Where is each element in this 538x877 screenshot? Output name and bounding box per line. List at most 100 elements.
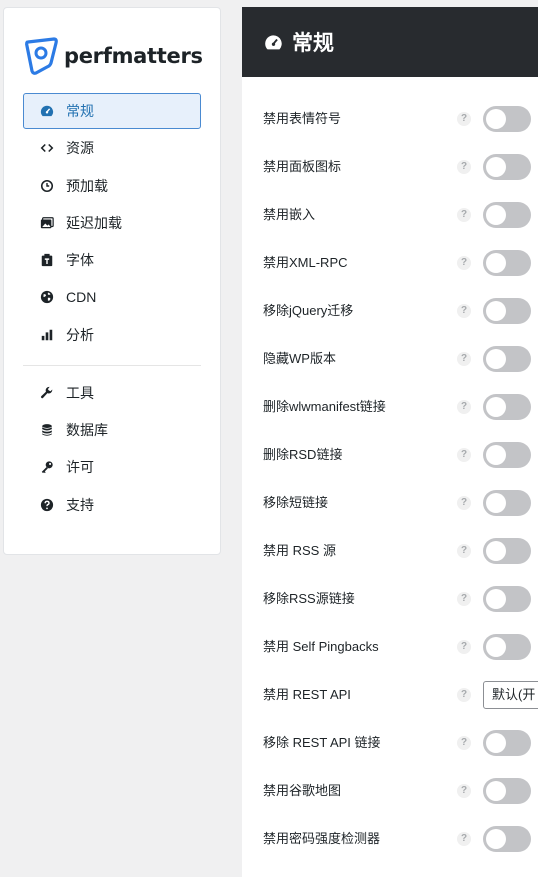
setting-row-disable-self-pingbacks: 禁用 Self Pingbacks ? — [242, 623, 538, 671]
help-icon[interactable]: ? — [457, 736, 471, 750]
setting-row-disable-google-maps: 禁用谷歌地图 ? — [242, 767, 538, 815]
sidebar-item-analytics[interactable]: 分析 — [23, 317, 201, 353]
help-icon — [40, 498, 54, 512]
setting-label: 删除wlwmanifest链接 — [263, 399, 386, 414]
setting-row-disable-emojis: 禁用表情符号 ? — [242, 95, 538, 143]
sidebar-item-label: CDN — [66, 289, 97, 306]
setting-label: 禁用 Self Pingbacks — [263, 639, 379, 654]
help-icon[interactable]: ? — [457, 832, 471, 846]
settings-list: 禁用表情符号 ? 禁用面板图标 ? 禁用嵌入 ? 禁用XML-RPC ? 移除j… — [242, 95, 538, 863]
help-icon[interactable]: ? — [457, 304, 471, 318]
rest-api-select[interactable]: 默认(开 — [483, 681, 538, 709]
main-panel: 常规 禁用表情符号 ? 禁用面板图标 ? 禁用嵌入 ? 禁用XML-RPC ? … — [242, 7, 538, 877]
setting-label: 禁用 RSS 源 — [263, 543, 336, 558]
sidebar-item-label: 分析 — [66, 326, 94, 343]
sidebar-item-general[interactable]: 常规 — [23, 93, 201, 129]
sidebar-item-label: 支持 — [66, 496, 94, 513]
sidebar-item-label: 延迟加载 — [66, 214, 122, 231]
setting-row-remove-shortlink: 移除短链接 ? — [242, 479, 538, 527]
help-icon[interactable]: ? — [457, 544, 471, 558]
help-icon[interactable]: ? — [457, 496, 471, 510]
setting-label: 移除jQuery迁移 — [263, 303, 354, 318]
help-icon[interactable]: ? — [457, 112, 471, 126]
setting-label: 隐藏WP版本 — [263, 351, 336, 366]
images-icon — [40, 216, 54, 230]
sidebar-item-tools[interactable]: 工具 — [23, 375, 201, 411]
toggle-switch[interactable] — [483, 586, 531, 612]
sidebar-item-cdn[interactable]: CDN — [23, 279, 201, 315]
toggle-switch[interactable] — [483, 730, 531, 756]
sidebar-nav: 常规 资源 预加载 延迟加载 字体 CDN 分析 工具 数据库 许可 支持 — [23, 93, 201, 524]
help-icon[interactable]: ? — [457, 256, 471, 270]
setting-label: 禁用表情符号 — [263, 111, 342, 126]
setting-label: 禁用 REST API — [263, 687, 351, 702]
sidebar-divider — [23, 364, 201, 366]
toggle-switch[interactable] — [483, 442, 531, 468]
toggle-switch[interactable] — [483, 778, 531, 804]
sidebar: perfmatters 常规 资源 预加载 延迟加载 字体 CDN 分析 工具 … — [3, 7, 221, 555]
logo-text: perfmatters — [64, 44, 203, 68]
setting-row-disable-rss: 禁用 RSS 源 ? — [242, 527, 538, 575]
setting-label: 禁用面板图标 — [263, 159, 342, 174]
toggle-switch[interactable] — [483, 202, 531, 228]
setting-row-remove-rsd: 删除RSD链接 ? — [242, 431, 538, 479]
sidebar-item-label: 资源 — [66, 140, 94, 157]
toggle-switch[interactable] — [483, 634, 531, 660]
sidebar-item-assets[interactable]: 资源 — [23, 130, 201, 166]
help-icon[interactable]: ? — [457, 352, 471, 366]
sidebar-item-preload[interactable]: 预加载 — [23, 168, 201, 204]
setting-row-hide-wp-version: 隐藏WP版本 ? — [242, 335, 538, 383]
setting-label: 移除RSS源链接 — [263, 591, 355, 606]
sidebar-item-label: 预加载 — [66, 177, 108, 194]
sidebar-item-label: 许可 — [66, 459, 94, 476]
sidebar-item-lazyload[interactable]: 延迟加载 — [23, 205, 201, 241]
logo-icon — [25, 37, 58, 75]
sidebar-item-label: 常规 — [66, 103, 94, 119]
setting-row-remove-wlwmanifest: 删除wlwmanifest链接 ? — [242, 383, 538, 431]
toggle-switch[interactable] — [483, 490, 531, 516]
sidebar-item-database[interactable]: 数据库 — [23, 412, 201, 448]
setting-row-disable-rest-api: 禁用 REST API ? 默认(开 — [242, 671, 538, 719]
toggle-switch[interactable] — [483, 826, 531, 852]
font-icon — [40, 253, 54, 267]
sidebar-item-fonts[interactable]: 字体 — [23, 242, 201, 278]
sidebar-item-license[interactable]: 许可 — [23, 449, 201, 485]
sidebar-item-label: 数据库 — [66, 422, 108, 439]
help-icon[interactable]: ? — [457, 448, 471, 462]
setting-label: 禁用谷歌地图 — [263, 783, 342, 798]
page-header: 常规 — [242, 7, 538, 77]
help-icon[interactable]: ? — [457, 640, 471, 654]
page-title: 常规 — [292, 32, 334, 55]
toggle-switch[interactable] — [483, 250, 531, 276]
toggle-switch[interactable] — [483, 298, 531, 324]
help-icon[interactable]: ? — [457, 208, 471, 222]
setting-label: 禁用嵌入 — [263, 207, 316, 222]
toggle-switch[interactable] — [483, 106, 531, 132]
toggle-switch[interactable] — [483, 154, 531, 180]
setting-row-remove-jquery-migrate: 移除jQuery迁移 ? — [242, 287, 538, 335]
sidebar-item-support[interactable]: 支持 — [23, 487, 201, 523]
toggle-switch[interactable] — [483, 346, 531, 372]
setting-row-disable-dashicons: 禁用面板图标 ? — [242, 143, 538, 191]
toggle-switch[interactable] — [483, 394, 531, 420]
setting-label: 禁用XML-RPC — [263, 255, 348, 270]
clock-icon — [40, 179, 54, 193]
help-icon[interactable]: ? — [457, 160, 471, 174]
toggle-switch[interactable] — [483, 538, 531, 564]
globe-icon — [40, 290, 54, 304]
help-icon[interactable]: ? — [457, 688, 471, 702]
help-icon[interactable]: ? — [457, 784, 471, 798]
setting-row-disable-xmlrpc: 禁用XML-RPC ? — [242, 239, 538, 287]
sidebar-item-label: 工具 — [66, 384, 94, 401]
setting-label: 删除RSD链接 — [263, 447, 343, 462]
help-icon[interactable]: ? — [457, 592, 471, 606]
code-icon — [40, 141, 54, 155]
wrench-icon — [40, 386, 54, 400]
database-icon — [40, 423, 54, 437]
dashboard-icon — [40, 104, 54, 118]
help-icon[interactable]: ? — [457, 400, 471, 414]
logo[interactable]: perfmatters — [24, 36, 203, 76]
dashboard-icon — [265, 34, 282, 49]
key-icon — [40, 460, 54, 474]
setting-row-remove-rss-links: 移除RSS源链接 ? — [242, 575, 538, 623]
